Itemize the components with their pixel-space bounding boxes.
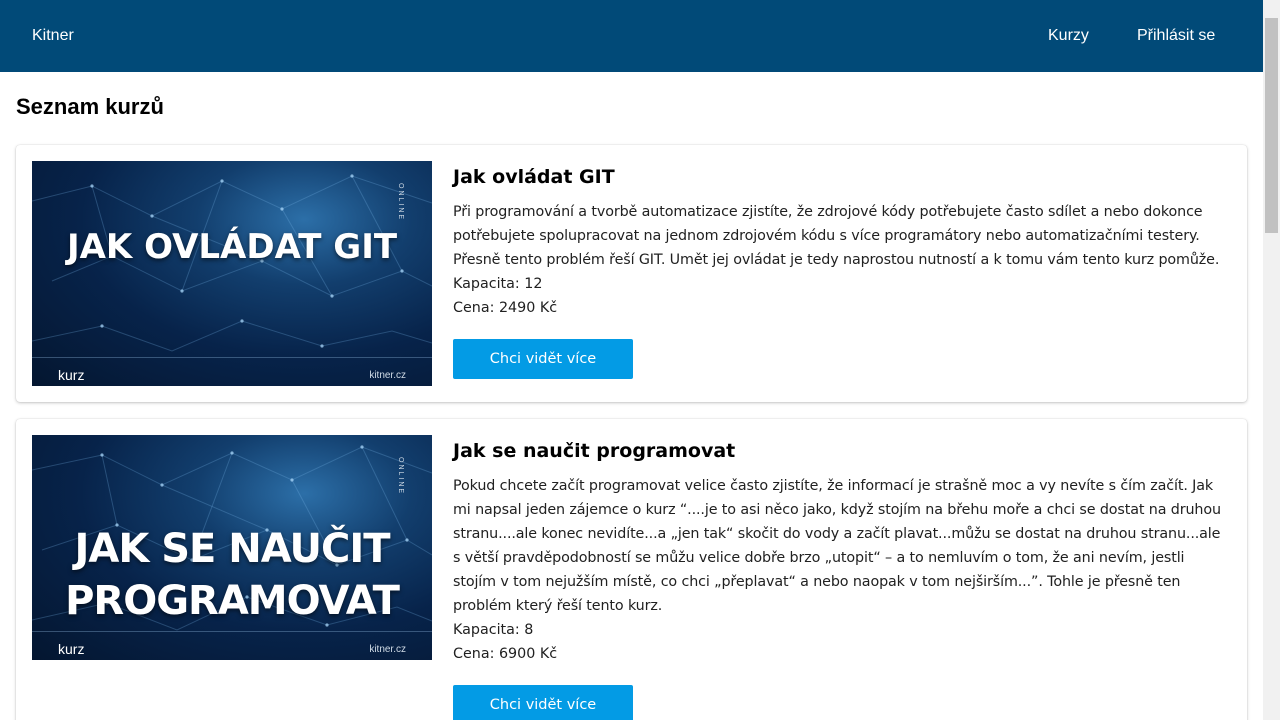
course-capacity: Kapacita: 8 xyxy=(453,622,534,638)
course-title: Jak ovládat GIT xyxy=(453,166,615,188)
nav-link-courses[interactable]: Kurzy xyxy=(1048,0,1089,72)
thumbnail-tag: kurz xyxy=(58,641,85,657)
see-more-button[interactable]: Chci vidět více xyxy=(453,339,633,379)
vertical-scrollbar[interactable] xyxy=(1263,0,1280,720)
course-title: Jak se naučit programovat xyxy=(453,440,736,462)
see-more-button[interactable]: Chci vidět více xyxy=(453,685,633,720)
course-card-body: Jak ovládat GIT Při programování a tvorb… xyxy=(453,164,1231,379)
thumbnail-title: JAK OVLÁDAT GIT xyxy=(66,227,398,267)
course-capacity: Kapacita: 12 xyxy=(453,276,543,292)
thumbnail-domain: kitner.cz xyxy=(369,644,406,655)
thumbnail-tag: kurz xyxy=(58,367,85,383)
top-navbar: Kitner Kurzy Přihlásit se xyxy=(0,0,1263,72)
thumbnail-online-badge: ONLINE xyxy=(397,183,404,222)
course-card: JAK OVLÁDAT GIT ONLINE kurz kitner.cz Ja… xyxy=(16,145,1247,402)
course-price: Cena: 6900 Kč xyxy=(453,646,558,662)
thumbnail-online-badge: ONLINE xyxy=(397,457,404,496)
scrollbar-thumb[interactable] xyxy=(1265,18,1278,233)
nav-link-login[interactable]: Přihlásit se xyxy=(1137,0,1215,72)
course-description: Při programování a tvorbě automatizace z… xyxy=(453,204,1220,268)
thumbnail-title: JAK SE NAUČIT PROGRAMOVAT xyxy=(65,526,400,624)
course-card-body: Jak se naučit programovat Pokud chcete z… xyxy=(453,438,1231,720)
course-thumbnail: JAK OVLÁDAT GIT ONLINE kurz kitner.cz xyxy=(32,161,432,386)
course-thumbnail: JAK SE NAUČIT PROGRAMOVAT ONLINE kurz ki… xyxy=(32,435,432,660)
network-background-graphic xyxy=(32,174,432,352)
page-title: Seznam kurzů xyxy=(16,94,164,119)
brand-logo-link[interactable]: Kitner xyxy=(32,0,74,72)
main-content: Seznam kurzů JAK OVLÁDAT GIT ONLINE kurz… xyxy=(0,72,1263,720)
course-description: Pokud chcete začít programovat velice ča… xyxy=(453,478,1221,614)
thumbnail-domain: kitner.cz xyxy=(369,370,406,381)
course-card: JAK SE NAUČIT PROGRAMOVAT ONLINE kurz ki… xyxy=(16,419,1247,720)
course-price: Cena: 2490 Kč xyxy=(453,300,558,316)
